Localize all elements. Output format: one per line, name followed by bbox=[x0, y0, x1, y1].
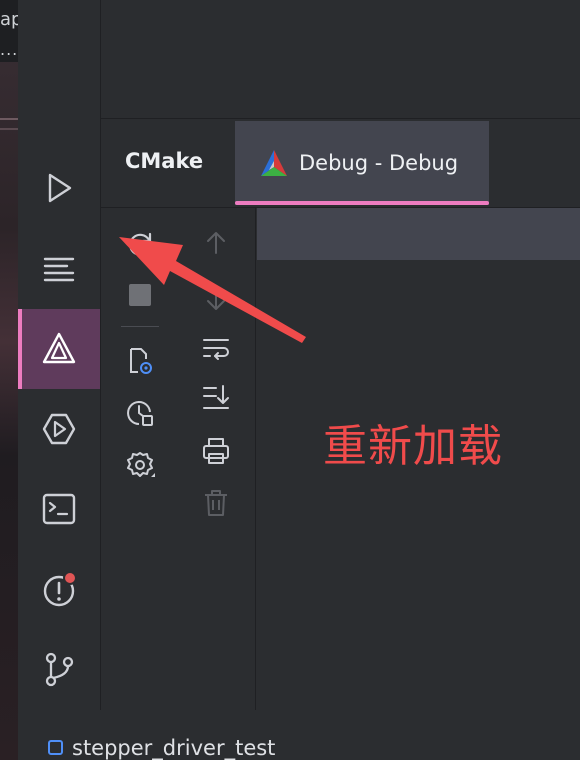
project-module-icon bbox=[48, 740, 63, 755]
stop-icon bbox=[129, 284, 151, 306]
scroll-up-button[interactable] bbox=[199, 226, 233, 260]
strip-git-button[interactable] bbox=[18, 629, 100, 709]
cmake-tool-window-header: CMake Debug - Debug bbox=[101, 119, 580, 208]
highlighted-output-line bbox=[257, 208, 580, 260]
strip-terminal-button[interactable] bbox=[18, 469, 100, 549]
cmake-logo-icon bbox=[261, 150, 287, 176]
background-window: ap ... bbox=[0, 0, 22, 760]
print-button[interactable] bbox=[199, 434, 233, 468]
tab-debug[interactable]: Debug - Debug bbox=[235, 121, 489, 205]
soft-wrap-icon bbox=[203, 339, 229, 360]
arrow-up-icon bbox=[207, 232, 225, 254]
strip-cmake-button[interactable] bbox=[18, 309, 100, 389]
strip-run-button[interactable] bbox=[18, 148, 100, 228]
soft-wrap-button[interactable] bbox=[199, 332, 233, 366]
background-window-line bbox=[0, 128, 18, 130]
scroll-to-end-button[interactable] bbox=[199, 380, 233, 414]
git-branch-icon bbox=[45, 652, 74, 687]
text-lines-icon bbox=[43, 257, 75, 282]
arrow-down-icon bbox=[207, 288, 225, 310]
scroll-down-button[interactable] bbox=[199, 282, 233, 316]
hexagon-play-icon bbox=[42, 413, 76, 445]
clear-all-button[interactable] bbox=[199, 486, 233, 520]
play-icon bbox=[48, 173, 72, 203]
trash-icon bbox=[205, 490, 227, 516]
left-toolbar bbox=[101, 208, 179, 710]
strip-structure-button[interactable] bbox=[18, 228, 100, 308]
reload-button[interactable] bbox=[123, 228, 157, 262]
tab-debug-label: Debug - Debug bbox=[299, 151, 459, 175]
cmake-cache-icon bbox=[127, 401, 153, 426]
cmake-settings-button[interactable] bbox=[123, 344, 157, 378]
scroll-to-end-icon bbox=[203, 385, 229, 409]
alert-circle-icon bbox=[43, 571, 77, 607]
cmake-triangle-icon bbox=[42, 332, 76, 364]
strip-services-button[interactable] bbox=[18, 389, 100, 469]
stop-button[interactable] bbox=[123, 278, 157, 312]
background-window-dots: ... bbox=[0, 40, 19, 59]
background-window-line bbox=[0, 118, 18, 120]
tool-window-title: CMake bbox=[125, 149, 204, 173]
cmake-settings-icon bbox=[130, 348, 152, 374]
annotation-text: 重新加载 bbox=[323, 421, 503, 472]
print-icon bbox=[203, 438, 229, 464]
terminal-icon bbox=[42, 493, 76, 525]
cmake-cache-button[interactable] bbox=[123, 396, 157, 430]
notification-badge bbox=[63, 571, 77, 585]
reload-icon bbox=[129, 232, 152, 256]
status-bar: stepper_driver_test bbox=[18, 710, 580, 760]
settings-icon bbox=[127, 452, 155, 477]
tool-window-strip bbox=[18, 0, 101, 710]
toolbar-separator bbox=[121, 326, 159, 327]
strip-problems-button[interactable] bbox=[18, 549, 100, 629]
right-toolbar bbox=[179, 208, 256, 710]
editor-top-area bbox=[101, 0, 580, 119]
settings-button[interactable] bbox=[123, 448, 157, 482]
project-name[interactable]: stepper_driver_test bbox=[72, 736, 275, 760]
